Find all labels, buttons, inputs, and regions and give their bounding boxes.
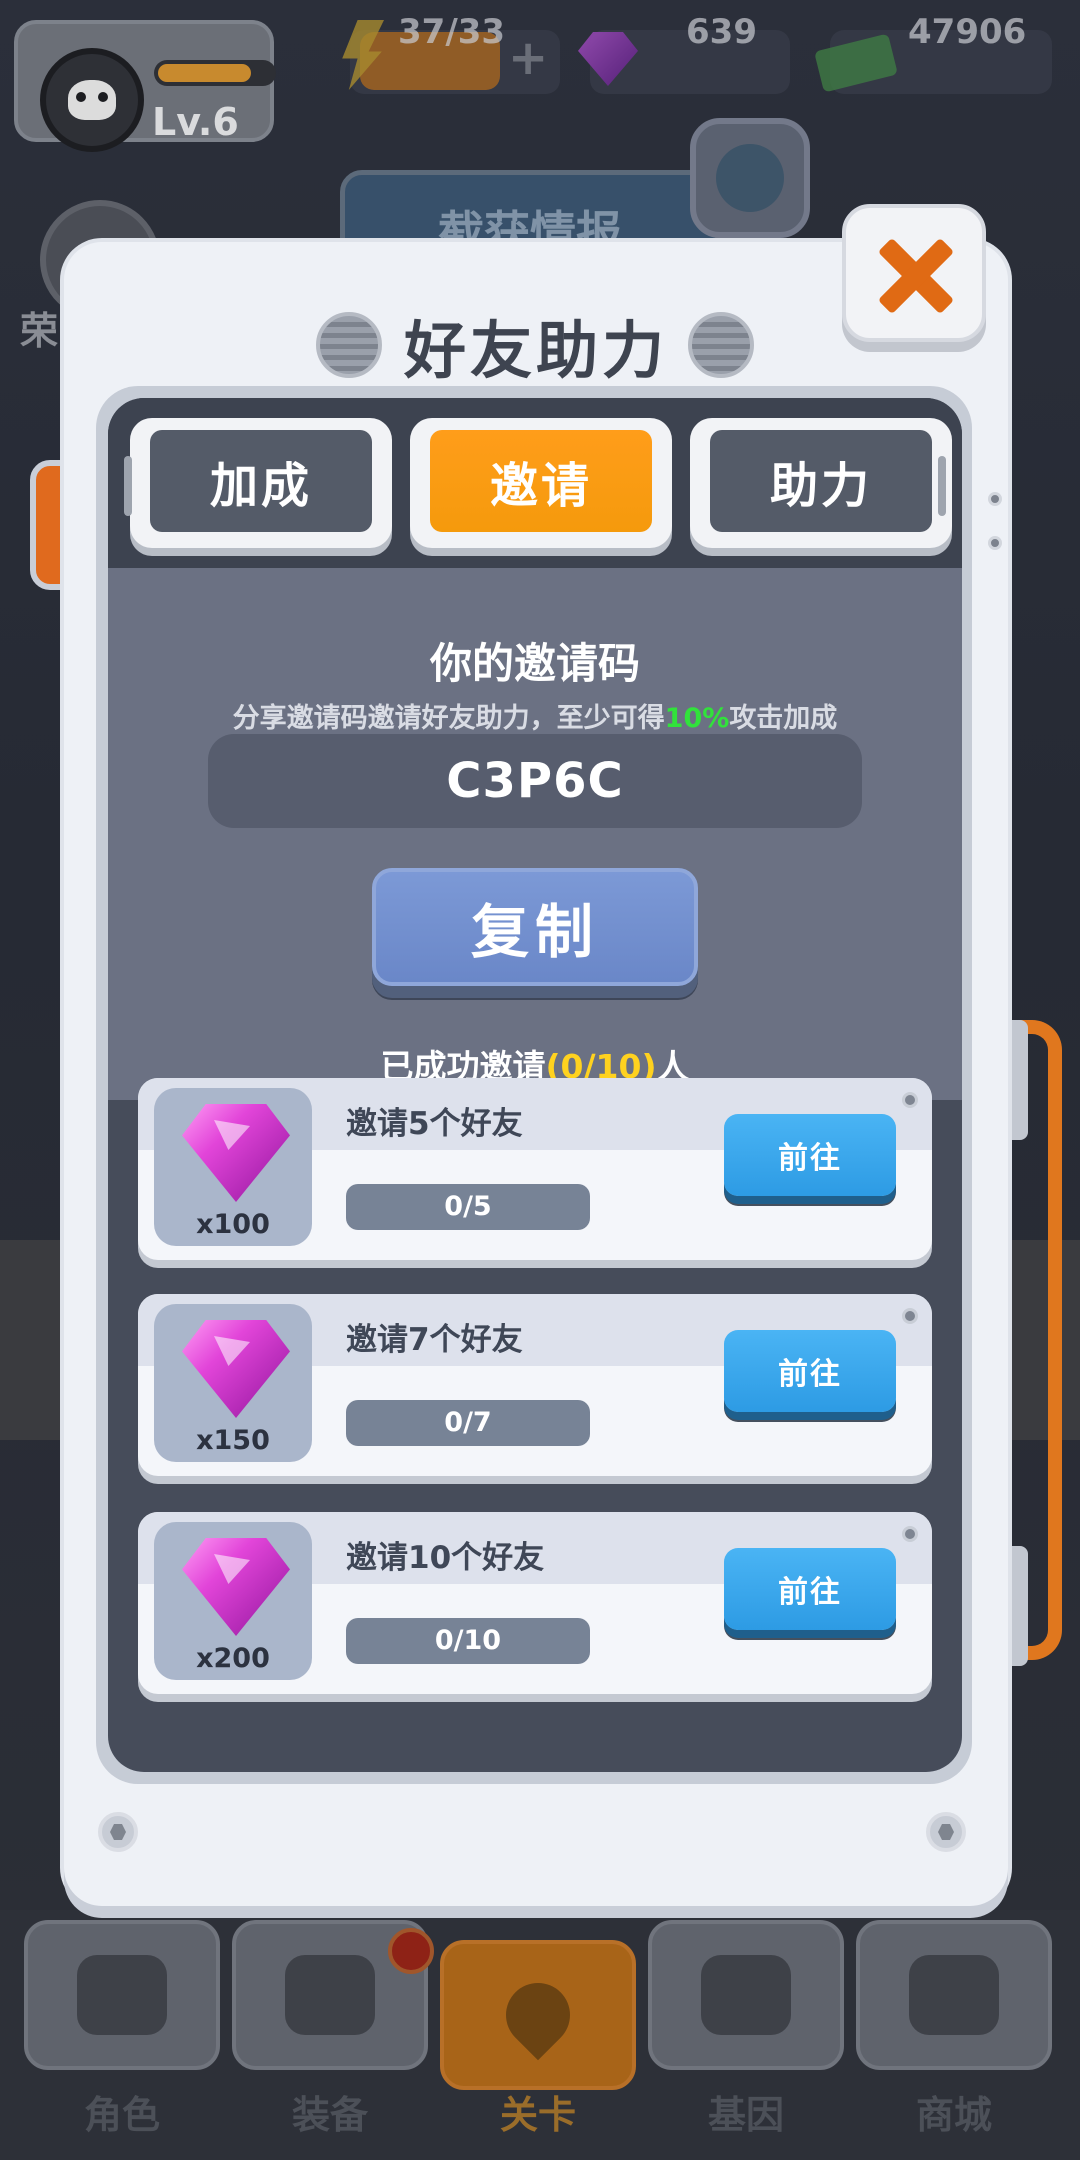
invite-section: 你的邀请码 分享邀请码邀请好友助力，至少可得10%攻击加成 C3P6C 复制 已… [108, 568, 962, 1100]
nav-shop-button[interactable] [856, 1920, 1052, 2070]
nav-role-button[interactable] [24, 1920, 220, 2070]
task-progress-bar: 0/7 [346, 1400, 590, 1446]
invite-code-field[interactable]: C3P6C [208, 734, 862, 828]
tab-bonus[interactable]: 加成 [130, 418, 392, 548]
reward-amount: x200 [196, 1643, 270, 1674]
task-title: 邀请7个好友 [346, 1322, 523, 1358]
task-pin-icon [902, 1308, 918, 1324]
nav-role-label: 角色 [83, 2093, 160, 2137]
task-title: 邀请10个好友 [346, 1540, 545, 1576]
tab-bonus-label: 加成 [150, 430, 372, 532]
shop-icon [909, 1955, 999, 2035]
nav-gene-button[interactable] [648, 1920, 844, 2070]
tab-bar-cap-right [938, 456, 946, 516]
shield-map-icon [690, 118, 810, 238]
tab-bar-cap-left [124, 456, 132, 516]
modal-inner-panel: 加成 邀请 助力 你的邀请码 分享邀请码邀请好友助力，至少可得10%攻击加成 C… [108, 398, 962, 1772]
go-button[interactable]: 前往 [724, 1114, 896, 1196]
map-pin-icon [492, 1969, 584, 2061]
gun-icon [285, 1955, 375, 2035]
task-progress-bar: 0/5 [346, 1184, 590, 1230]
invite-desc-suffix: 攻击加成 [729, 703, 838, 734]
player-level: Lv.6 [152, 100, 239, 144]
copy-button[interactable]: 复制 [372, 868, 698, 986]
hexagons-icon [701, 1955, 791, 2035]
gem-icon [182, 1104, 290, 1202]
invite-desc-bonus: 10% [664, 703, 730, 734]
nav-gene-label: 基因 [707, 2093, 784, 2137]
list-item: x150 邀请7个好友 0/7 前往 [138, 1294, 932, 1476]
energy-value: 37/33 [398, 12, 506, 52]
tab-assist[interactable]: 助力 [690, 418, 952, 548]
cash-value: 47906 [908, 12, 1027, 52]
close-button[interactable] [842, 204, 986, 342]
exp-bar [154, 60, 276, 86]
nav-stage-label: 关卡 [499, 2093, 576, 2137]
reward-box: x200 [154, 1522, 312, 1680]
screw-left-icon [98, 1812, 138, 1852]
notification-dot [388, 1928, 434, 1974]
task-pin-icon [902, 1526, 918, 1542]
title-rivet-right-icon [688, 312, 754, 378]
tab-invite[interactable]: 邀请 [410, 418, 672, 548]
reward-amount: x100 [196, 1209, 270, 1240]
invite-code-heading: 你的邀请码 [429, 639, 640, 688]
reward-amount: x150 [196, 1425, 270, 1456]
gem-icon [182, 1538, 290, 1636]
task-title: 邀请5个好友 [346, 1106, 523, 1142]
tab-invite-label: 邀请 [430, 430, 652, 532]
gem-icon [182, 1320, 290, 1418]
nav-equipment-label: 装备 [291, 2093, 368, 2137]
reward-box: x150 [154, 1304, 312, 1462]
invite-desc-prefix: 分享邀请码邀请好友助力，至少可得 [232, 703, 665, 734]
invite-task-list[interactable]: x100 邀请5个好友 0/5 前往 x150 邀请7个好友 0/7 前往 x2… [138, 1078, 932, 1772]
reward-box: x100 [154, 1088, 312, 1246]
task-progress-bar: 0/10 [346, 1618, 590, 1664]
skull-avatar-icon [40, 48, 144, 152]
add-energy-icon[interactable]: + [508, 30, 548, 86]
task-pin-icon [902, 1092, 918, 1108]
exp-bar-fill [158, 64, 252, 82]
top-hud: Lv.6 37/33 + 639 47906 [0, 0, 1080, 152]
screw-right-icon [926, 1812, 966, 1852]
player-card[interactable]: Lv.6 [14, 20, 276, 152]
task-progress-text: 0/5 [444, 1191, 492, 1222]
list-item: x200 邀请10个好友 0/10 前往 [138, 1512, 932, 1694]
invite-description: 分享邀请码邀请好友助力，至少可得10%攻击加成 [108, 696, 962, 735]
tab-bar: 加成 邀请 助力 [108, 398, 962, 568]
task-progress-text: 0/7 [444, 1407, 492, 1438]
gem-value: 639 [686, 12, 757, 52]
honor-label: 荣 [20, 309, 59, 353]
skull-icon [77, 1955, 167, 2035]
rail-pin-icon [988, 492, 1002, 506]
nav-shop-label: 商城 [915, 2093, 992, 2137]
go-button[interactable]: 前往 [724, 1548, 896, 1630]
tab-assist-label: 助力 [710, 430, 932, 532]
rail-pin-icon [988, 536, 1002, 550]
go-button[interactable]: 前往 [724, 1330, 896, 1412]
list-item: x100 邀请5个好友 0/5 前往 [138, 1078, 932, 1260]
nav-stage-button[interactable] [440, 1940, 636, 2090]
task-progress-text: 0/10 [434, 1625, 502, 1656]
